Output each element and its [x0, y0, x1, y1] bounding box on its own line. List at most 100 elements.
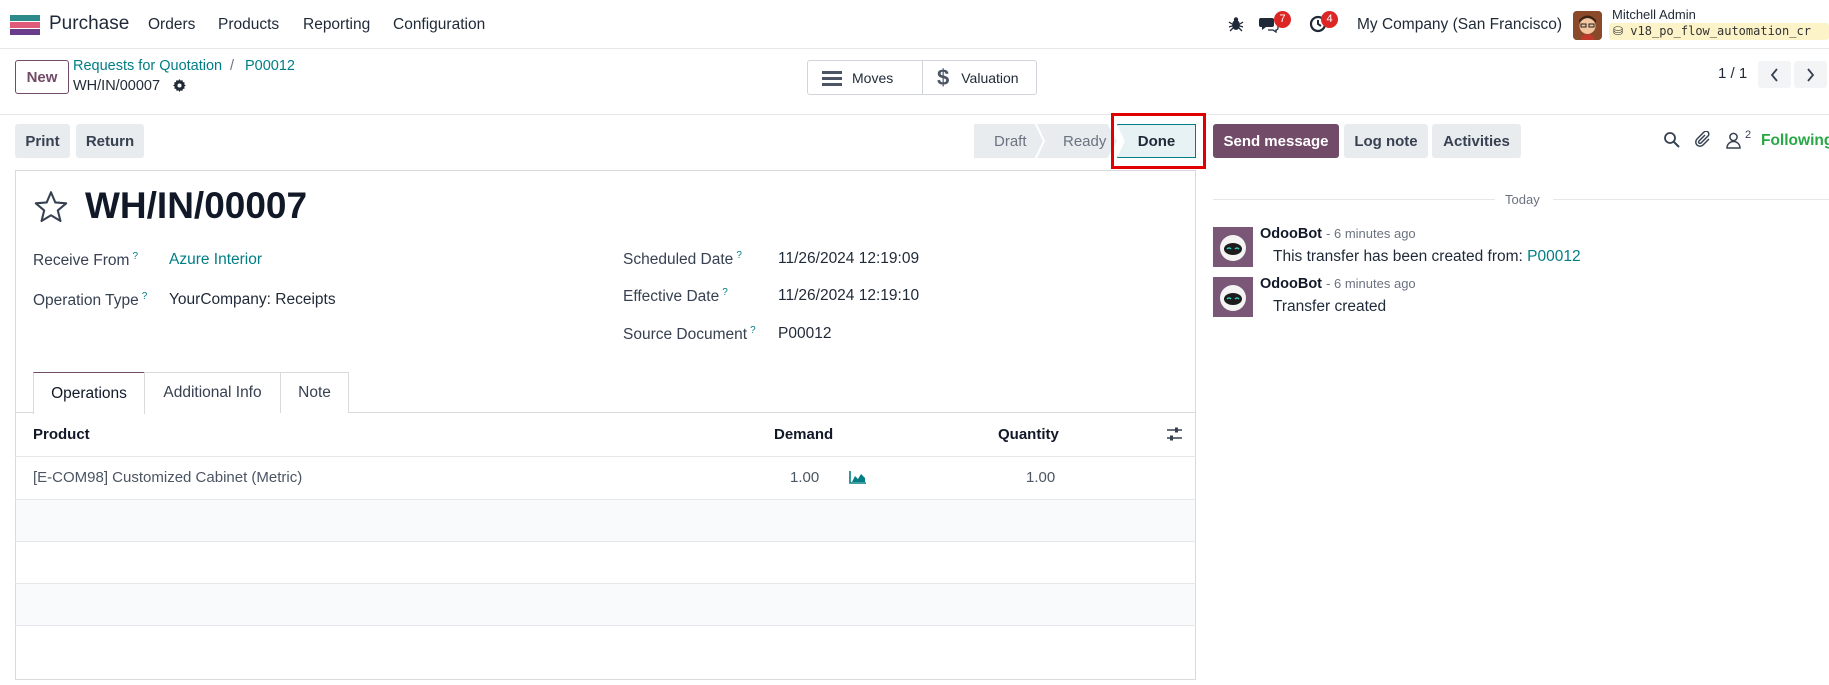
moves-label: Moves [852, 69, 894, 86]
valuation-label: Valuation [961, 69, 1019, 86]
followers-count[interactable]: 2 [1745, 129, 1751, 141]
activities-button[interactable]: Activities [1432, 124, 1521, 158]
activities-badge: 4 [1321, 11, 1338, 28]
date-separator-line [1213, 199, 1495, 200]
receive-from-help-icon[interactable]: ? [132, 251, 138, 262]
menu-orders[interactable]: Orders [148, 16, 195, 34]
user-avatar[interactable] [1573, 11, 1602, 40]
column-product[interactable]: Product [33, 426, 90, 443]
receive-from-value[interactable]: Azure Interior [169, 251, 262, 269]
operation-type-label: Operation Type? [33, 291, 147, 310]
header-border [15, 456, 1196, 457]
row-product[interactable]: [E-COM98] Customized Cabinet (Metric) [33, 469, 302, 486]
stage-ready-label: Ready [1063, 132, 1107, 150]
receive-from-label: Receive From? [33, 251, 138, 270]
record-title: WH/IN/00007 [85, 185, 308, 226]
messages-badge: 7 [1274, 11, 1291, 28]
search-icon[interactable] [1663, 131, 1680, 148]
message-timestamp: - 6 minutes ago [1326, 226, 1416, 241]
effective-date-label: Effective Date? [623, 287, 728, 306]
message-author[interactable]: OdooBot - 6 minutes ago [1260, 276, 1416, 292]
stage-draft-label: Draft [994, 132, 1027, 150]
return-button[interactable]: Return [76, 124, 144, 158]
message-author-name[interactable]: OdooBot [1260, 276, 1322, 292]
following-button[interactable]: Following [1761, 132, 1829, 150]
receive-from-label-text: Receive From [33, 252, 130, 270]
gear-icon[interactable] [173, 79, 186, 92]
operation-type-help-icon[interactable]: ? [142, 291, 148, 302]
stage-ready[interactable]: Ready [1037, 124, 1117, 158]
forecast-chart-icon[interactable] [849, 470, 867, 484]
operation-type-value[interactable]: YourCompany: Receipts [169, 291, 336, 309]
effective-date-label-text: Effective Date [623, 288, 720, 306]
paperclip-icon[interactable] [1695, 131, 1712, 149]
send-message-button[interactable]: Send message [1213, 124, 1339, 158]
highlight-box [1111, 113, 1206, 169]
database-tag: ⛁ v18_po_flow_automation_cr [1609, 23, 1829, 40]
user-name[interactable]: Mitchell Admin [1612, 7, 1696, 22]
followers-icon[interactable] [1726, 132, 1741, 149]
message-link-p00012[interactable]: P00012 [1527, 248, 1580, 265]
purchase-app-icon[interactable] [10, 15, 40, 35]
valuation-smart-button[interactable]: $ Valuation [922, 60, 1037, 95]
chevron-right-icon [1807, 67, 1815, 82]
database-name: v18_po_flow_automation_cr [1630, 24, 1811, 38]
menu-reporting[interactable]: Reporting [303, 16, 370, 34]
source-document-help-icon[interactable]: ? [750, 325, 756, 336]
moves-smart-button[interactable]: Moves [807, 60, 923, 95]
scheduled-date-help-icon[interactable]: ? [736, 250, 742, 261]
column-quantity[interactable]: Quantity [998, 426, 1059, 443]
scheduled-date-value[interactable]: 11/26/2024 12:19:09 [778, 250, 919, 268]
message-body: Transfer created [1273, 298, 1387, 315]
message-body: This transfer has been created from: P00… [1273, 248, 1581, 266]
source-document-label: Source Document? [623, 325, 756, 344]
message-text: This transfer has been created from: [1273, 248, 1523, 265]
app-name[interactable]: Purchase [49, 13, 129, 35]
odoobot-avatar[interactable] [1213, 277, 1253, 317]
breadcrumb-separator: / [230, 58, 235, 74]
row-border [15, 625, 1196, 626]
tab-additional-info[interactable]: Additional Info [144, 372, 281, 413]
column-demand[interactable]: Demand [774, 426, 833, 443]
log-note-button[interactable]: Log note [1344, 124, 1428, 158]
date-separator-line [1553, 199, 1829, 200]
star-icon[interactable] [33, 190, 69, 224]
pager-next-button[interactable] [1794, 61, 1827, 88]
row-demand[interactable]: 1.00 [790, 469, 819, 486]
message-author[interactable]: OdooBot - 6 minutes ago [1260, 226, 1416, 242]
list-icon [822, 70, 842, 86]
row-border [15, 541, 1196, 542]
pager-value[interactable]: 1 / 1 [1718, 65, 1747, 82]
empty-row [16, 500, 1195, 541]
status-bar: Draft Ready [974, 124, 1117, 158]
chevron-left-icon [1770, 67, 1778, 82]
column-settings-icon[interactable] [1166, 426, 1183, 443]
menu-products[interactable]: Products [218, 16, 279, 34]
row-quantity[interactable]: 1.00 [1026, 469, 1055, 486]
company-switcher[interactable]: My Company (San Francisco) [1357, 16, 1562, 34]
operation-type-label-text: Operation Type [33, 292, 139, 310]
breadcrumb-requests-for-quotation[interactable]: Requests for Quotation [73, 58, 222, 74]
scheduled-date-label: Scheduled Date? [623, 250, 742, 269]
stage-draft[interactable]: Draft [974, 124, 1043, 158]
scheduled-date-label-text: Scheduled Date [623, 251, 734, 269]
top-navbar: Purchase Orders Products Reporting Confi… [0, 0, 1829, 49]
control-panel-divider [0, 114, 1829, 115]
odoobot-avatar[interactable] [1213, 227, 1253, 267]
message-timestamp: - 6 minutes ago [1326, 276, 1416, 291]
breadcrumb-p00012[interactable]: P00012 [245, 58, 295, 74]
tab-operations[interactable]: Operations [33, 372, 145, 414]
source-document-label-text: Source Document [623, 326, 748, 344]
effective-date-value[interactable]: 11/26/2024 12:19:10 [778, 287, 919, 305]
pager-previous-button[interactable] [1758, 61, 1791, 88]
new-button[interactable]: New [15, 60, 69, 94]
source-document-value[interactable]: P00012 [778, 325, 831, 343]
tab-note[interactable]: Note [280, 372, 349, 413]
message-author-name[interactable]: OdooBot [1260, 226, 1322, 242]
effective-date-help-icon[interactable]: ? [722, 287, 728, 298]
bug-icon[interactable] [1228, 16, 1244, 32]
dollar-icon: $ [937, 64, 950, 90]
breadcrumb-current: WH/IN/00007 [73, 78, 161, 94]
menu-configuration[interactable]: Configuration [393, 16, 485, 34]
print-button[interactable]: Print [15, 124, 70, 158]
